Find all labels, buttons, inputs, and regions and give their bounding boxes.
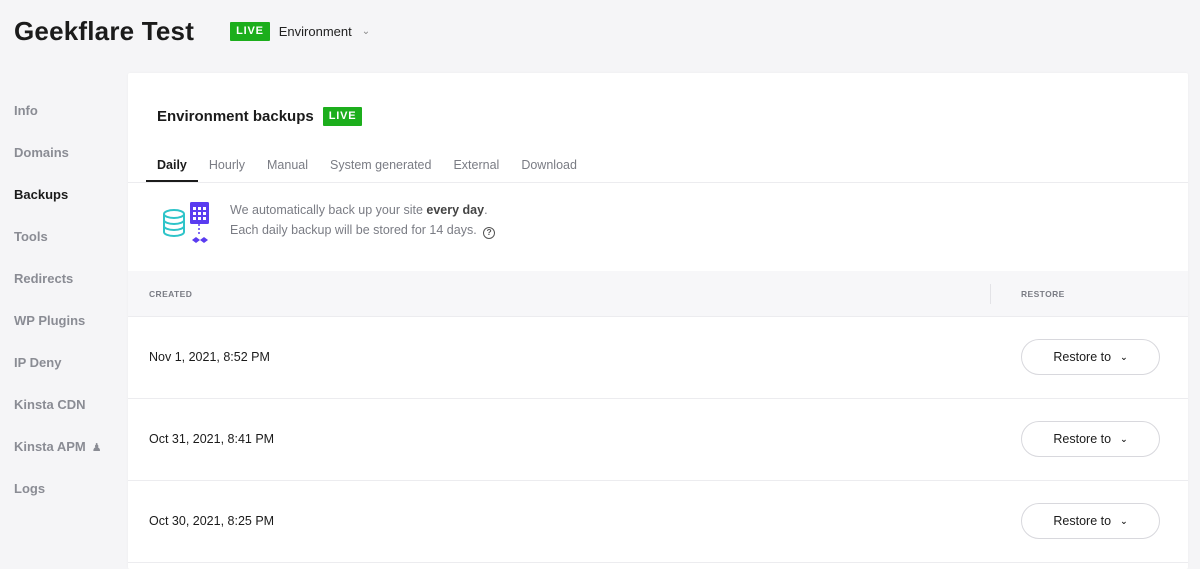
restore-to-label: Restore to [1053, 432, 1112, 446]
sidebar-item-redirects[interactable]: Redirects [0, 258, 128, 300]
help-icon[interactable]: ? [483, 227, 496, 239]
info-line-1-bold: every day [426, 203, 485, 217]
backups-table-header: CREATED RESTORE [128, 271, 1188, 317]
sidebar-item-kinsta-apm[interactable]: Kinsta APM ♟ [0, 426, 128, 468]
restore-to-button[interactable]: Restore to ⌄ [1021, 503, 1160, 539]
card-header: Environment backups LIVE [157, 107, 363, 126]
column-header-created: CREATED [149, 289, 193, 299]
chevron-down-icon: ⌄ [1120, 515, 1128, 526]
tab-external[interactable]: External [442, 151, 510, 182]
sidebar-item-tools[interactable]: Tools [0, 216, 128, 258]
backups-card: Environment backups LIVE Daily Hourly Ma… [128, 73, 1188, 569]
sidebar-item-label: Domains [14, 145, 69, 160]
info-line-1-prefix: We automatically back up your site [230, 203, 427, 217]
sidebar-item-label: Backups [14, 187, 69, 202]
tab-download[interactable]: Download [510, 151, 588, 182]
info-line-2: Each daily backup will be stored for 14 … [230, 220, 496, 240]
column-separator [990, 284, 991, 304]
info-line-1-suffix: . [484, 203, 488, 217]
page-header: Geekflare Test LIVE Environment ⌄ [14, 0, 370, 62]
tab-divider [128, 182, 1188, 183]
backup-created-date: Nov 1, 2021, 8:52 PM [149, 350, 270, 364]
sidebar-item-label: Redirects [14, 271, 74, 286]
sidebar-item-label: Kinsta APM [14, 439, 86, 454]
chevron-down-icon: ⌄ [361, 25, 371, 37]
sidebar-item-backups[interactable]: Backups [0, 174, 128, 216]
info-notice: We automatically back up your site every… [162, 200, 496, 250]
database-calendar-icon [163, 202, 209, 243]
sidebar-item-label: Info [14, 103, 38, 118]
card-title: Environment backups [157, 108, 314, 125]
tab-manual[interactable]: Manual [256, 151, 319, 182]
backup-created-date: Oct 30, 2021, 8:25 PM [149, 514, 275, 528]
environment-dropdown-label: Environment [278, 23, 352, 39]
sidebar-item-label: Tools [14, 229, 48, 244]
tab-system-generated[interactable]: System generated [319, 151, 442, 182]
restore-to-button[interactable]: Restore to ⌄ [1021, 339, 1160, 375]
restore-to-label: Restore to [1053, 350, 1112, 364]
backup-tabs: Daily Hourly Manual System generated Ext… [146, 151, 1188, 182]
sidebar-item-wp-plugins[interactable]: WP Plugins [0, 300, 128, 342]
info-text: We automatically back up your site every… [230, 200, 496, 240]
backup-created-date: Oct 31, 2021, 8:41 PM [149, 432, 275, 446]
column-header-restore: RESTORE [1021, 289, 1065, 299]
info-line-1: We automatically back up your site every… [230, 200, 495, 220]
environment-dropdown[interactable]: Environment ⌄ [279, 24, 370, 39]
chevron-down-icon: ⌄ [1120, 351, 1128, 362]
table-row: Nov 1, 2021, 8:52 PM Restore to ⌄ [128, 317, 1188, 399]
restore-to-label: Restore to [1053, 514, 1112, 528]
sidebar-item-info[interactable]: Info [0, 90, 128, 132]
sidebar-item-logs[interactable]: Logs [0, 468, 128, 510]
sidebar-item-label: Logs [14, 481, 46, 496]
tab-hourly[interactable]: Hourly [198, 151, 256, 182]
sidebar-item-label: IP Deny [14, 355, 62, 370]
tab-daily[interactable]: Daily [146, 151, 198, 182]
sidebar-item-domains[interactable]: Domains [0, 132, 128, 174]
chevron-down-icon: ⌄ [1120, 433, 1128, 444]
live-badge: LIVE [230, 21, 270, 41]
sidebar: Info Domains Backups Tools Redirects WP … [0, 90, 128, 510]
sidebar-item-kinsta-cdn[interactable]: Kinsta CDN [0, 384, 128, 426]
table-row: Oct 31, 2021, 8:41 PM Restore to ⌄ [128, 399, 1188, 481]
info-line-2-text: Each daily backup will be stored for 14 … [230, 223, 477, 237]
sidebar-item-label: Kinsta CDN [14, 397, 86, 412]
restore-to-button[interactable]: Restore to ⌄ [1021, 421, 1160, 457]
site-title: Geekflare Test [14, 15, 195, 46]
sidebar-item-ip-deny[interactable]: IP Deny [0, 342, 128, 384]
flask-icon: ♟ [91, 442, 102, 454]
sidebar-item-label: WP Plugins [14, 313, 86, 328]
table-row: Oct 30, 2021, 8:25 PM Restore to ⌄ [128, 481, 1188, 563]
live-badge: LIVE [322, 107, 363, 126]
